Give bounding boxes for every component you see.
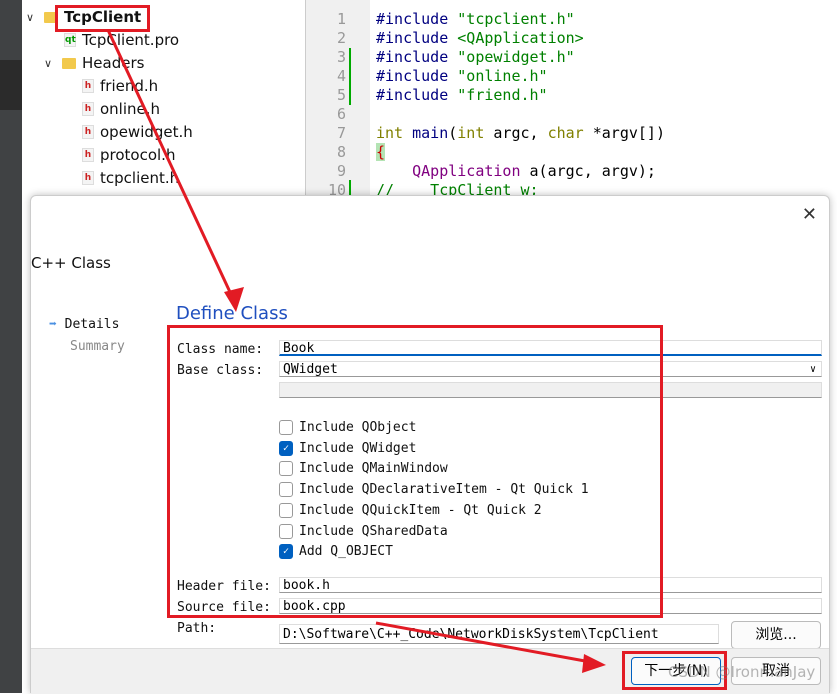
- annotation-arrow: [375, 621, 597, 665]
- watermark: CSDN @IronmanJay: [668, 663, 816, 681]
- annotation-arrow: [106, 29, 238, 306]
- annotation-arrows: [106, 29, 606, 673]
